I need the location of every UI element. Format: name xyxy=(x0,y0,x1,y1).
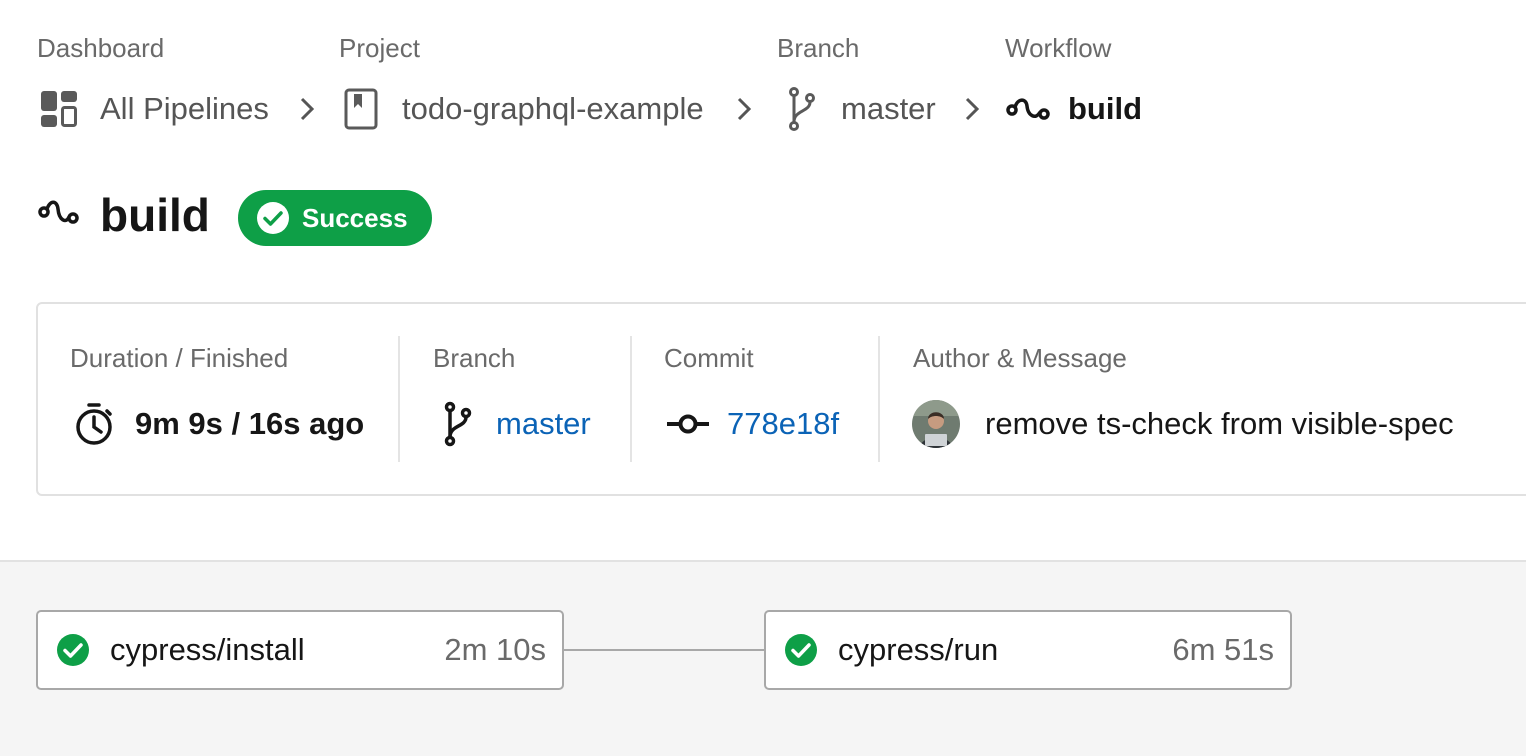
page-title: build xyxy=(100,189,210,241)
job-duration: 2m 10s xyxy=(444,632,546,667)
avatar[interactable] xyxy=(912,400,960,448)
job-card-cypress-run[interactable]: cypress/run 6m 51s xyxy=(764,610,1292,690)
status-badge-label: Success xyxy=(302,202,408,233)
check-circle-icon xyxy=(785,634,817,666)
branch-label: Branch xyxy=(433,343,516,373)
chevron-right-icon xyxy=(965,97,980,121)
workflow-icon xyxy=(1006,98,1050,120)
branch-link[interactable]: master xyxy=(496,406,591,442)
check-circle-icon xyxy=(257,202,289,234)
dashboard-grid-icon xyxy=(41,91,77,127)
breadcrumb-all-pipelines[interactable]: All Pipelines xyxy=(40,86,269,132)
commit-value: 778e18f xyxy=(666,398,839,450)
job-name: cypress/run xyxy=(838,632,999,667)
duration-finished-text: 9m 9s / 16s ago xyxy=(135,406,365,441)
git-branch-icon xyxy=(789,87,815,131)
duration-value: 9m 9s / 16s ago xyxy=(74,398,364,450)
breadcrumb-label-dashboard: Dashboard xyxy=(37,33,165,63)
stopwatch-icon xyxy=(76,403,112,445)
summary-divider xyxy=(630,336,632,462)
breadcrumb-all-pipelines-label: All Pipelines xyxy=(100,91,269,126)
check-circle-icon xyxy=(57,634,89,666)
job-name: cypress/install xyxy=(110,632,305,667)
job-connector xyxy=(563,649,765,651)
bookmark-icon xyxy=(344,88,378,130)
breadcrumb-label-workflow: Workflow xyxy=(1005,33,1112,63)
author-message-label: Author & Message xyxy=(913,343,1127,373)
git-branch-icon xyxy=(444,401,472,447)
breadcrumb-project-label: todo-graphql-example xyxy=(402,91,704,126)
breadcrumb-workflow-label: build xyxy=(1068,91,1143,126)
job-card-cypress-install[interactable]: cypress/install 2m 10s xyxy=(36,610,564,690)
status-badge: Success xyxy=(238,190,432,246)
summary-divider xyxy=(398,336,400,462)
job-duration: 6m 51s xyxy=(1172,632,1274,667)
commit-message: remove ts-check from visible-spec xyxy=(985,406,1454,441)
author-message-value: remove ts-check from visible-spec xyxy=(912,398,1454,450)
commit-link[interactable]: 778e18f xyxy=(727,406,839,442)
workflow-icon xyxy=(38,200,79,224)
duration-label: Duration / Finished xyxy=(70,343,289,373)
summary-divider xyxy=(878,336,880,462)
breadcrumb-label-project: Project xyxy=(339,33,420,63)
chevron-right-icon xyxy=(300,97,315,121)
breadcrumb-label-branch: Branch xyxy=(777,33,860,63)
chevron-right-icon xyxy=(737,97,752,121)
commit-label: Commit xyxy=(664,343,754,373)
breadcrumb-project[interactable]: todo-graphql-example xyxy=(344,86,704,132)
breadcrumb-branch-label: master xyxy=(841,91,936,126)
breadcrumb-workflow[interactable]: build xyxy=(1006,86,1142,132)
commit-icon xyxy=(667,414,709,434)
breadcrumb-branch[interactable]: master xyxy=(786,86,936,132)
branch-value: master xyxy=(444,398,591,450)
